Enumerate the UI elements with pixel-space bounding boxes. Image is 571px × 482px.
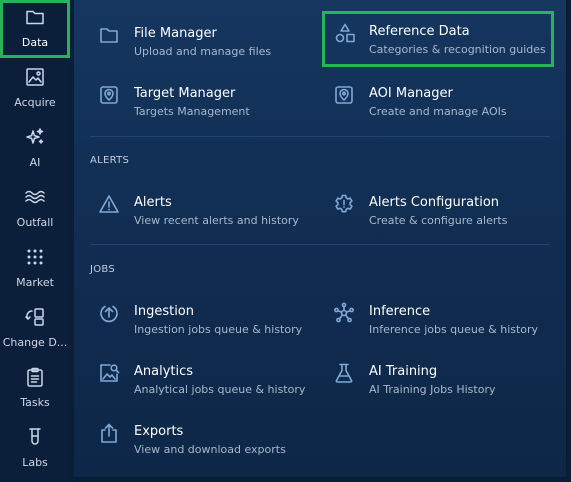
network-icon xyxy=(333,302,355,324)
sidebar-item-market[interactable]: Market xyxy=(0,240,70,298)
sidebar-item-label: Outfall xyxy=(16,216,54,229)
menu-item-subtitle: Create & configure alerts xyxy=(369,214,508,227)
menu-item-ingestion[interactable]: Ingestion Ingestion jobs queue & history xyxy=(74,300,304,350)
sidebar-item-label: Acquire xyxy=(14,96,56,109)
menu-item-ai-training[interactable]: AI Training AI Training Jobs History xyxy=(309,360,539,410)
test-tube-icon xyxy=(24,426,46,448)
menu-item-alerts-configuration[interactable]: Alerts Configuration Create & configure … xyxy=(309,191,539,241)
sidebar-item-label: AI xyxy=(29,156,41,169)
menu-item-title: Ingestion xyxy=(134,304,194,319)
sidebar-item-tasks[interactable]: Tasks xyxy=(0,360,70,418)
app-root: Data Acquire AI Outfall Market Change D.… xyxy=(0,0,571,482)
change-detection-icon xyxy=(24,306,46,328)
folder-icon xyxy=(98,24,120,46)
menu-item-title: Alerts xyxy=(134,195,172,210)
sidebar-item-label: Labs xyxy=(22,456,48,469)
menu-item-subtitle: Upload and manage files xyxy=(134,45,272,58)
section-label-jobs: JOBS xyxy=(90,264,116,275)
sidebar-item-data[interactable]: Data xyxy=(0,0,70,58)
menu-item-title: Reference Data xyxy=(369,24,470,39)
shapes-icon xyxy=(334,22,356,44)
menu-item-subtitle: Ingestion jobs queue & history xyxy=(134,323,303,336)
menu-item-title: Alerts Configuration xyxy=(369,195,500,210)
sidebar-item-label: Tasks xyxy=(20,396,50,409)
menu-item-subtitle: View recent alerts and history xyxy=(134,214,299,227)
menu-item-subtitle: Inference jobs queue & history xyxy=(369,323,539,336)
location-pin-icon xyxy=(98,84,120,106)
warning-icon xyxy=(98,193,120,215)
sidebar-item-label: Market xyxy=(16,276,54,289)
section-divider xyxy=(90,136,550,137)
menu-item-subtitle: AI Training Jobs History xyxy=(369,383,496,396)
menu-item-title: Analytics xyxy=(134,364,194,379)
menu-item-analytics[interactable]: Analytics Analytical jobs queue & histor… xyxy=(74,360,306,410)
menu-item-subtitle: Targets Management xyxy=(134,105,250,118)
sidebar-item-acquire[interactable]: Acquire xyxy=(0,60,70,118)
menu-item-subtitle: View and download exports xyxy=(134,443,286,456)
image-search-icon xyxy=(98,362,120,384)
sidebar-item-label: Data xyxy=(21,36,49,49)
data-menu-panel: File Manager Upload and manage files Ref… xyxy=(74,0,567,478)
sparkles-icon xyxy=(24,126,46,148)
section-divider xyxy=(90,244,550,245)
folder-icon xyxy=(24,6,46,28)
menu-item-exports[interactable]: Exports View and download exports xyxy=(74,420,304,470)
menu-item-title: File Manager xyxy=(134,26,217,41)
waves-icon xyxy=(24,186,46,208)
sidebar-item-outfall[interactable]: Outfall xyxy=(0,180,70,238)
gear-alert-icon xyxy=(333,193,355,215)
menu-item-title: Inference xyxy=(369,304,431,319)
image-icon xyxy=(24,66,46,88)
menu-item-title: Exports xyxy=(134,424,184,439)
menu-item-subtitle: Categories & recognition guides xyxy=(369,43,546,56)
menu-item-subtitle: Analytical jobs queue & history xyxy=(134,383,306,396)
section-label-alerts: ALERTS xyxy=(90,155,130,166)
menu-item-aoi-manager[interactable]: AOI Manager Create and manage AOIs xyxy=(309,82,539,132)
export-icon xyxy=(98,422,120,444)
sidebar-item-change-detection[interactable]: Change D... xyxy=(0,300,70,358)
menu-item-target-manager[interactable]: Target Manager Targets Management xyxy=(74,82,304,132)
sidebar-item-labs[interactable]: Labs xyxy=(0,420,70,478)
menu-item-subtitle: Create and manage AOIs xyxy=(369,105,507,118)
sidebar-item-ai[interactable]: AI xyxy=(0,120,70,178)
menu-item-title: AOI Manager xyxy=(369,86,453,101)
menu-item-file-manager[interactable]: File Manager Upload and manage files xyxy=(74,22,304,72)
menu-item-reference-data[interactable]: Reference Data Categories & recognition … xyxy=(322,11,554,67)
clipboard-icon xyxy=(24,366,46,388)
menu-item-title: AI Training xyxy=(369,364,438,379)
menu-item-alerts[interactable]: Alerts View recent alerts and history xyxy=(74,191,304,241)
grid-dots-icon xyxy=(24,246,46,268)
flask-icon xyxy=(333,362,355,384)
upload-circle-icon xyxy=(98,302,120,324)
location-pin-icon xyxy=(333,84,355,106)
menu-item-inference[interactable]: Inference Inference jobs queue & history xyxy=(309,300,539,350)
menu-item-title: Target Manager xyxy=(134,86,236,101)
sidebar-item-label: Change D... xyxy=(2,336,68,349)
sidebar: Data Acquire AI Outfall Market Change D.… xyxy=(0,0,70,482)
